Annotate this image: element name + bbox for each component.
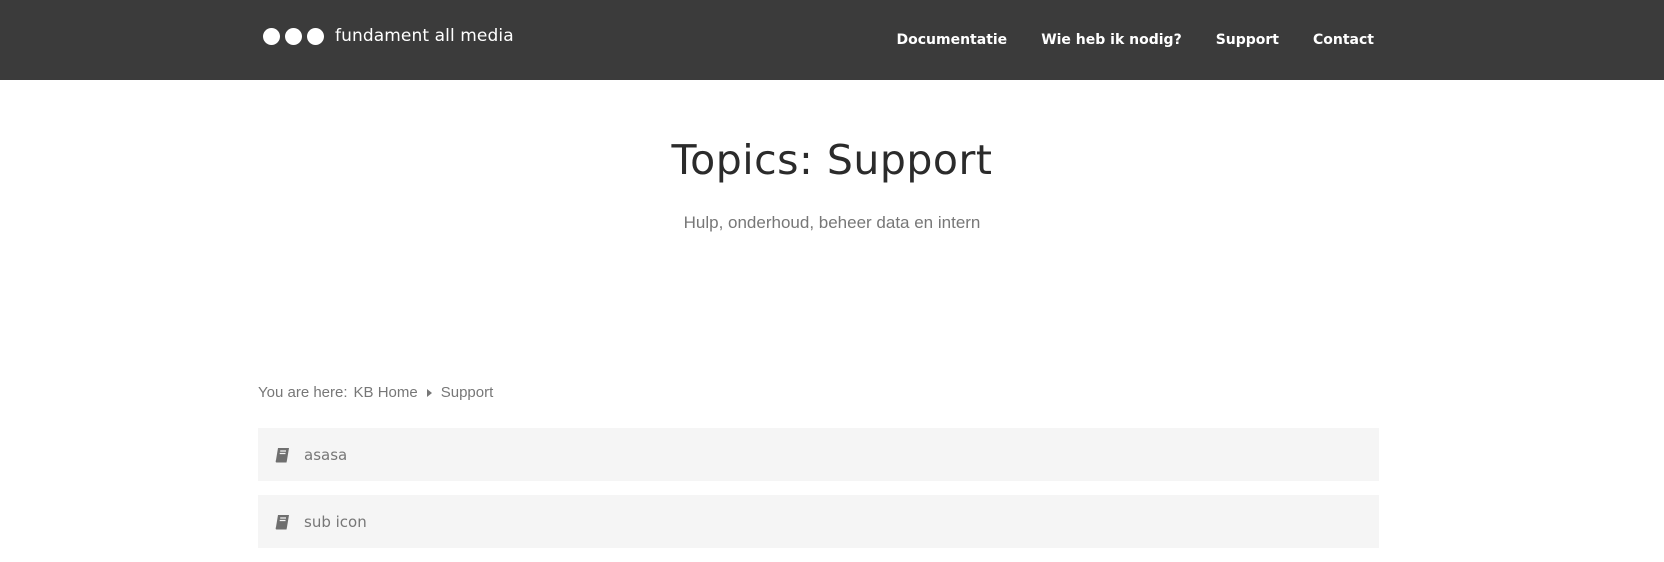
article-title: sub icon — [304, 512, 367, 531]
nav-wie-heb-ik-nodig[interactable]: Wie heb ik nodig? — [1041, 32, 1182, 48]
site-header: fundament all media Documentatie Wie heb… — [0, 0, 1664, 80]
brand-name: fundament all media — [335, 26, 514, 46]
breadcrumb-current: Support — [440, 384, 494, 401]
page-subtitle: Hulp, onderhoud, beheer data en intern — [683, 213, 981, 232]
list-item[interactable]: sub icon — [258, 495, 1379, 548]
logo-dots-icon — [263, 27, 324, 45]
breadcrumb: You are here: KB Home Support — [258, 384, 493, 401]
main-nav: Documentatie Wie heb ik nodig? Support C… — [897, 0, 1375, 80]
breadcrumb-separator-icon — [426, 388, 432, 397]
book-icon — [275, 514, 289, 529]
brand-logo[interactable]: fundament all media — [263, 26, 514, 46]
nav-documentatie[interactable]: Documentatie — [897, 32, 1008, 48]
breadcrumb-label: You are here: — [258, 384, 348, 401]
hero: Topics: Support Hulp, onderhoud, beheer … — [0, 80, 1664, 233]
article-list: asasa sub icon — [258, 428, 1379, 562]
breadcrumb-kb-home[interactable]: KB Home — [354, 384, 418, 401]
page-title: Topics: Support — [671, 136, 993, 184]
nav-support[interactable]: Support — [1216, 32, 1279, 48]
list-item[interactable]: asasa — [258, 428, 1379, 481]
article-title: asasa — [304, 445, 348, 464]
book-icon — [275, 447, 289, 462]
nav-contact[interactable]: Contact — [1313, 32, 1374, 48]
